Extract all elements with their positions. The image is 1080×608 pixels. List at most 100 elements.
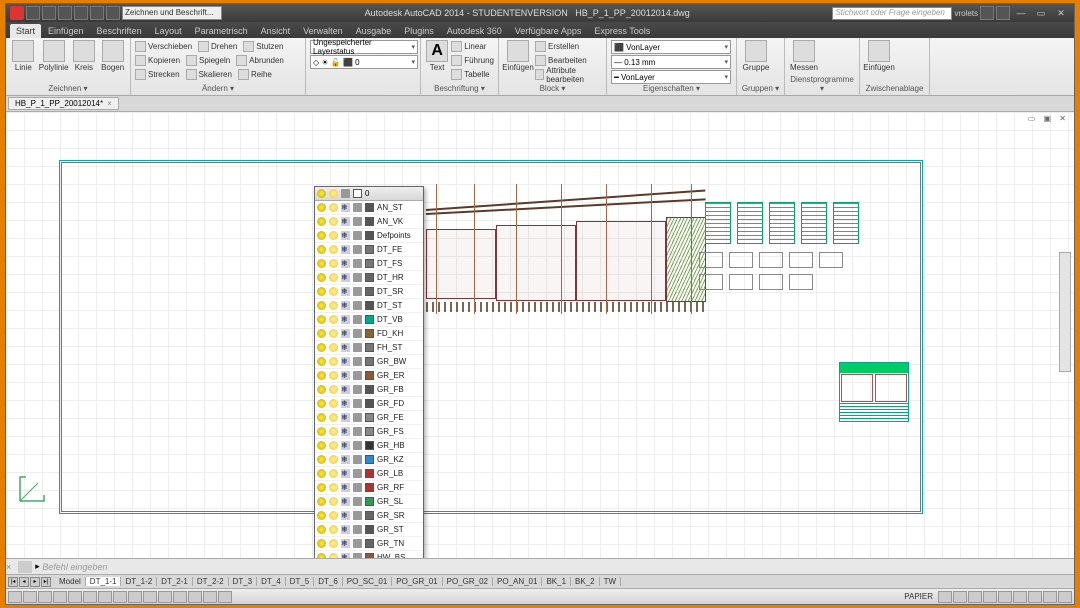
vpfreeze-icon[interactable]: ❄ <box>341 497 350 506</box>
bulb-icon[interactable] <box>317 217 326 226</box>
qat-undo-icon[interactable] <box>74 6 88 20</box>
bulb-icon[interactable] <box>317 469 326 478</box>
lock-icon[interactable] <box>353 497 362 506</box>
minimize-button[interactable]: — <box>1012 6 1030 20</box>
status-avis-icon[interactable] <box>983 591 997 603</box>
workspace-combo[interactable]: Zeichnen und Beschrift... <box>122 6 222 20</box>
bulb-icon[interactable] <box>317 385 326 394</box>
color-swatch[interactable] <box>365 287 374 296</box>
bulb-icon[interactable] <box>317 497 326 506</box>
lock-icon[interactable] <box>353 371 362 380</box>
vpfreeze-icon[interactable]: ❄ <box>341 483 350 492</box>
color-swatch[interactable] <box>365 483 374 492</box>
layer-row[interactable]: ❄GR_FE <box>315 411 423 425</box>
bulb-icon[interactable] <box>317 371 326 380</box>
lock-icon[interactable] <box>353 469 362 478</box>
freeze-icon[interactable] <box>329 539 338 548</box>
color-swatch[interactable] <box>365 259 374 268</box>
layer-row[interactable]: ❄GR_HB <box>315 439 423 453</box>
status-ortho-icon[interactable] <box>53 591 67 603</box>
freeze-icon[interactable] <box>329 287 338 296</box>
vpfreeze-icon[interactable]: ❄ <box>341 469 350 478</box>
status-iso-icon[interactable] <box>1043 591 1057 603</box>
freeze-icon[interactable] <box>329 203 338 212</box>
paper-model-toggle[interactable]: PAPIER <box>900 592 937 601</box>
ribbon-tab-start[interactable]: Start <box>10 24 41 38</box>
color-swatch[interactable] <box>365 553 374 558</box>
close-tab-icon[interactable]: × <box>107 99 112 108</box>
bulb-icon[interactable] <box>317 315 326 324</box>
vpfreeze-icon[interactable]: ❄ <box>341 203 350 212</box>
color-swatch[interactable] <box>365 441 374 450</box>
lock-icon[interactable] <box>353 301 362 310</box>
layout-tab[interactable]: DT_1-1 <box>86 577 122 586</box>
status-clean-icon[interactable] <box>1058 591 1072 603</box>
color-swatch[interactable] <box>365 231 374 240</box>
freeze-icon[interactable] <box>329 413 338 422</box>
signin-user[interactable]: vrolets <box>954 9 978 18</box>
status-ws-icon[interactable] <box>998 591 1012 603</box>
layer-row[interactable]: ❄AN_VK <box>315 215 423 229</box>
spiegeln-button[interactable]: Spiegeln <box>186 54 230 67</box>
layer-row[interactable]: ❄DT_VB <box>315 313 423 327</box>
vpfreeze-icon[interactable]: ❄ <box>341 553 350 558</box>
ribbon-tab-verfügbare apps[interactable]: Verfügbare Apps <box>509 24 588 38</box>
layer-row[interactable]: ❄GR_RF <box>315 481 423 495</box>
vpfreeze-icon[interactable]: ❄ <box>341 217 350 226</box>
color-swatch[interactable] <box>365 273 374 282</box>
status-otrack-icon[interactable] <box>113 591 127 603</box>
block-attribute-bearbeiten-button[interactable]: Attribute bearbeiten <box>535 68 602 81</box>
status-ducs-icon[interactable] <box>128 591 142 603</box>
bulb-icon[interactable] <box>317 343 326 352</box>
color-swatch[interactable] <box>365 469 374 478</box>
status-lock-icon[interactable] <box>1013 591 1027 603</box>
property-combo-0[interactable]: ⬛ VonLayer▾ <box>611 40 731 54</box>
linear-button[interactable]: Linear <box>451 40 494 53</box>
layer-row[interactable]: ❄AN_ST <box>315 201 423 215</box>
vpfreeze-icon[interactable]: ❄ <box>341 245 350 254</box>
abrunden-button[interactable]: Abrunden <box>236 54 284 67</box>
tab-nav-prev[interactable]: ◂ <box>19 577 29 587</box>
freeze-icon[interactable] <box>329 455 338 464</box>
status-dyn-icon[interactable] <box>143 591 157 603</box>
freeze-icon[interactable] <box>329 357 338 366</box>
lock-icon[interactable] <box>353 539 362 548</box>
vpfreeze-icon[interactable]: ❄ <box>341 287 350 296</box>
vpfreeze-icon[interactable]: ❄ <box>341 231 350 240</box>
layout-tab[interactable]: DT_4 <box>257 577 286 586</box>
lock-icon[interactable] <box>353 455 362 464</box>
color-swatch[interactable] <box>365 385 374 394</box>
color-swatch[interactable] <box>365 539 374 548</box>
ribbon-tab-ansicht[interactable]: Ansicht <box>255 24 297 38</box>
freeze-icon[interactable] <box>329 441 338 450</box>
drawing-canvas[interactable]: ▭ ▣ ✕ <box>6 112 1074 558</box>
layout-tab[interactable]: DT_3 <box>229 577 258 586</box>
color-swatch[interactable] <box>365 217 374 226</box>
status-polar-icon[interactable] <box>68 591 82 603</box>
layer-row[interactable]: ❄DT_SR <box>315 285 423 299</box>
freeze-icon[interactable] <box>329 483 338 492</box>
layer-row[interactable]: ❄GR_FB <box>315 383 423 397</box>
status-lwt-icon[interactable] <box>158 591 172 603</box>
freeze-icon[interactable] <box>329 343 338 352</box>
status-hw-icon[interactable] <box>1028 591 1042 603</box>
cmd-close-icon[interactable]: × <box>6 562 11 572</box>
freeze-icon[interactable] <box>329 497 338 506</box>
lock-icon[interactable] <box>353 287 362 296</box>
skalieren-button[interactable]: Skalieren <box>186 68 232 81</box>
vpfreeze-icon[interactable]: ❄ <box>341 539 350 548</box>
color-swatch[interactable] <box>365 301 374 310</box>
lock-icon[interactable] <box>353 259 362 268</box>
vpfreeze-icon[interactable]: ❄ <box>341 259 350 268</box>
lock-icon[interactable] <box>353 525 362 534</box>
color-swatch[interactable] <box>365 357 374 366</box>
layer-row[interactable]: ❄GR_SL <box>315 495 423 509</box>
status-am-icon[interactable] <box>218 591 232 603</box>
layout-tab[interactable]: PO_SC_01 <box>343 577 392 586</box>
freeze-icon[interactable] <box>329 427 338 436</box>
lock-icon[interactable] <box>353 427 362 436</box>
vpfreeze-icon[interactable]: ❄ <box>341 329 350 338</box>
vpfreeze-icon[interactable]: ❄ <box>341 357 350 366</box>
layer-dropdown-list[interactable]: 0 ❄AN_ST❄AN_VK❄Defpoints❄DT_FE❄DT_FS❄DT_… <box>314 186 424 558</box>
bulb-icon[interactable] <box>317 399 326 408</box>
